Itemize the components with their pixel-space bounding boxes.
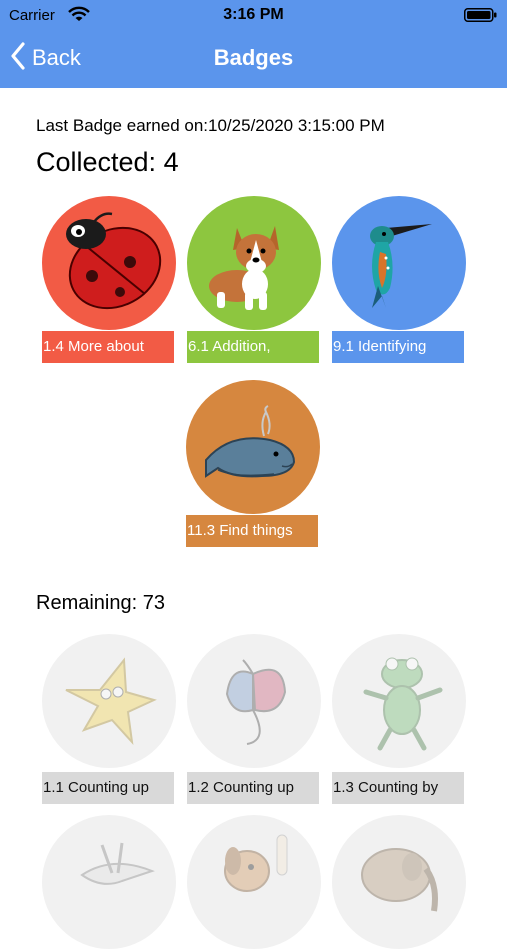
bird-icon	[80, 842, 155, 885]
frog-icon	[363, 657, 443, 751]
badge-label: 1.4 More about	[42, 331, 174, 363]
badge-circle	[186, 380, 320, 514]
elephant-icon	[361, 848, 438, 912]
badge-circle	[187, 634, 321, 768]
badge-circle	[42, 196, 176, 330]
badge-collected-1[interactable]: 1.4 More about	[42, 196, 176, 363]
badge-circle	[332, 634, 466, 768]
ladybug-icon	[66, 212, 162, 310]
badge-collected-2[interactable]: 6.1 Addition,	[187, 196, 321, 363]
page-title: Badges	[213, 45, 294, 70]
badge-remaining-2[interactable]: 1.2 Counting up	[187, 634, 321, 804]
collected-title: Collected: 4	[36, 147, 179, 177]
last-badge-text: Last Badge earned on:10/25/2020 3:15:00 …	[36, 116, 385, 135]
badge-label: 1.3 Counting by	[332, 772, 464, 804]
top-bar: Carrier 3:16 PM Back Badges	[0, 0, 507, 88]
badge-circle	[187, 196, 321, 330]
dog-icon	[224, 834, 288, 892]
badge-label: 1.1 Counting up	[42, 772, 174, 804]
navigation-bar: Back Badges	[0, 32, 507, 88]
badge-remaining-3[interactable]: 1.3 Counting by	[332, 634, 466, 804]
whale-icon	[205, 405, 296, 478]
badge-circle	[332, 196, 466, 330]
badge-collected-3[interactable]: 9.1 Identifying	[332, 196, 466, 363]
battery-icon	[464, 8, 497, 22]
star-icon	[65, 657, 157, 746]
badge-remaining-5[interactable]	[187, 815, 321, 949]
badge-label: 6.1 Addition,	[187, 331, 319, 363]
remaining-title: Remaining: 73	[36, 592, 165, 614]
badge-remaining-1[interactable]: 1.1 Counting up	[42, 634, 176, 804]
status-bar: Carrier 3:16 PM	[0, 0, 507, 32]
badge-remaining-6[interactable]	[332, 815, 466, 949]
badge-circle	[42, 634, 176, 768]
status-time: 3:16 PM	[223, 6, 284, 23]
badge-circle	[332, 815, 466, 949]
butterfly-icon	[225, 659, 287, 745]
corgi-dog-icon	[209, 226, 279, 310]
badge-remaining-4[interactable]	[42, 815, 176, 949]
badge-label: 11.3 Find things	[186, 515, 318, 547]
badge-label: 1.2 Counting up	[187, 772, 319, 804]
badge-circle	[42, 815, 176, 949]
badge-circle	[187, 815, 321, 949]
badge-label: 9.1 Identifying	[332, 331, 464, 363]
kingfisher-bird-icon	[370, 224, 432, 308]
badge-collected-4[interactable]: 11.3 Find things	[186, 380, 320, 547]
